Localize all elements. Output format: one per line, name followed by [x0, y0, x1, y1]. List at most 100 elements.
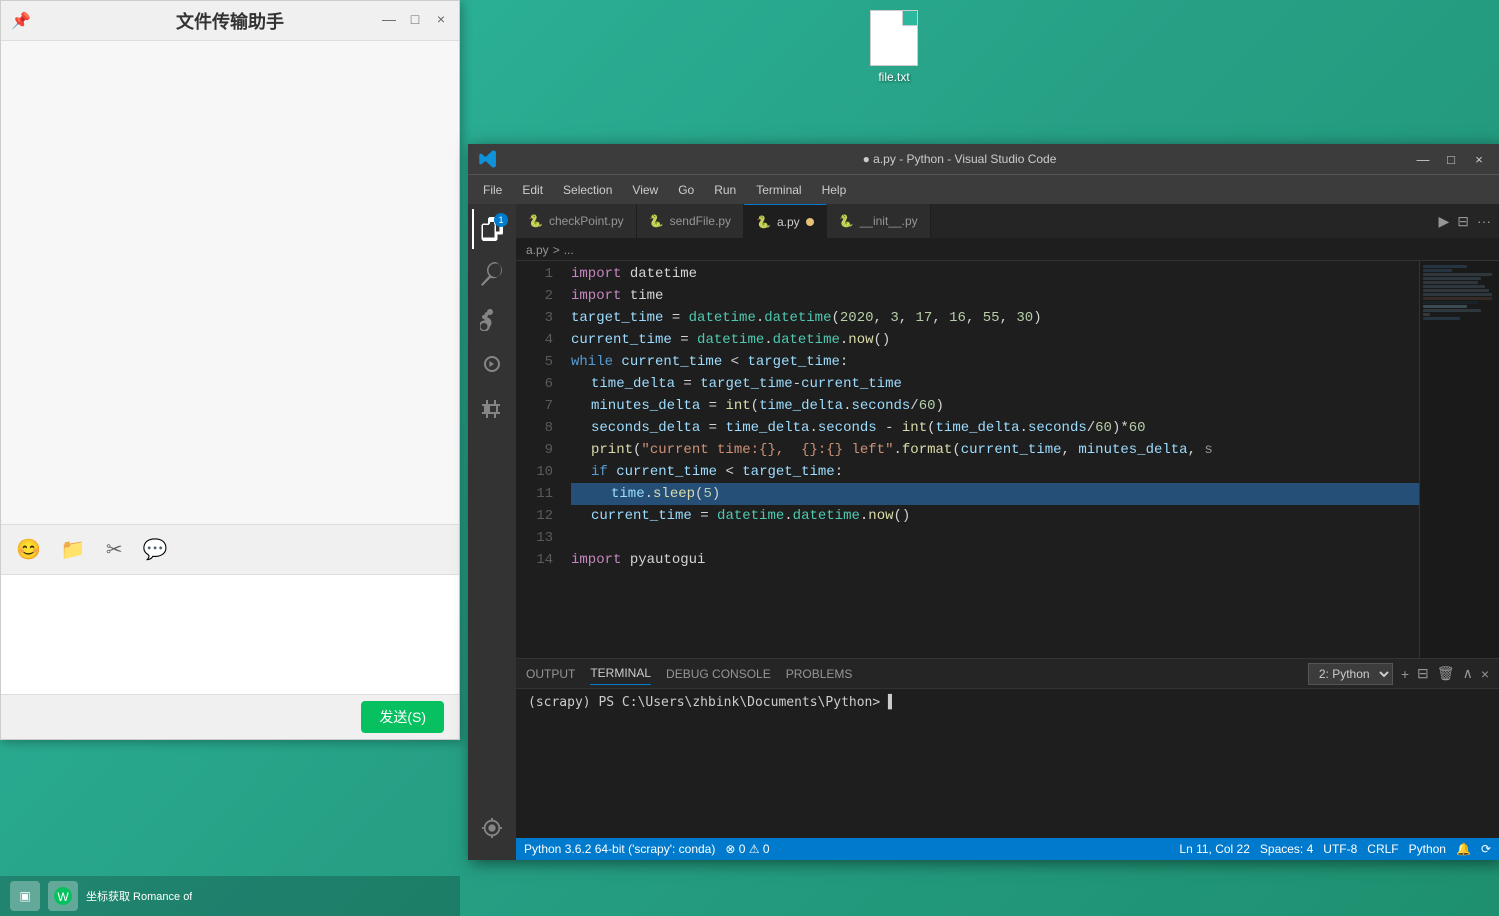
vscode-close-button[interactable]: ×: [1469, 149, 1489, 169]
wechat-close-button[interactable]: ×: [431, 9, 451, 29]
activity-badge: 1: [494, 213, 508, 227]
menu-run[interactable]: Run: [704, 179, 746, 201]
terminal-tab-output[interactable]: OUTPUT: [526, 663, 575, 685]
tab-checkpoint-icon: 🐍: [528, 214, 543, 228]
menu-view[interactable]: View: [622, 179, 668, 201]
statusbar: Python 3.6.2 64-bit ('scrapy': conda) ⊗ …: [516, 838, 1499, 860]
split-editor-button[interactable]: ⊟: [1457, 213, 1469, 230]
editor-area: 🐍 checkPoint.py 🐍 sendFile.py 🐍 a.py 🐍 _…: [516, 204, 1499, 860]
activity-debug-icon[interactable]: [472, 344, 512, 384]
taskbar-area: ▣ W 坐标获取 Romance of: [0, 876, 460, 916]
wechat-scissors-icon[interactable]: ✂: [106, 537, 123, 562]
tab-apy[interactable]: 🐍 a.py: [744, 204, 827, 238]
menu-help[interactable]: Help: [812, 179, 857, 201]
wechat-chat-icon[interactable]: 💬: [143, 537, 168, 562]
vscode-minimize-button[interactable]: —: [1413, 149, 1433, 169]
code-line-4: current_time = datetime.datetime.now(): [571, 329, 1419, 351]
breadcrumb-more[interactable]: ...: [564, 243, 574, 257]
statusbar-notification-icon[interactable]: 🔔: [1456, 842, 1471, 856]
statusbar-line-ending[interactable]: CRLF: [1367, 842, 1398, 856]
activity-settings-icon[interactable]: [472, 808, 512, 848]
code-line-2: import time: [571, 285, 1419, 307]
statusbar-sync-icon[interactable]: ⟳: [1481, 842, 1491, 856]
tab-checkpoint[interactable]: 🐍 checkPoint.py: [516, 204, 637, 238]
wechat-minimize-button[interactable]: —: [379, 9, 399, 29]
statusbar-right: Ln 11, Col 22 Spaces: 4 UTF-8 CRLF Pytho…: [1179, 842, 1491, 856]
code-content: import datetime import time target_time …: [561, 261, 1419, 658]
wechat-maximize-button[interactable]: □: [405, 9, 425, 29]
terminal-up-button[interactable]: ∧: [1463, 665, 1473, 682]
vscode-body: 1: [468, 204, 1499, 860]
activity-search-icon[interactable]: [472, 254, 512, 294]
code-line-6: time_delta = target_time-current_time: [571, 373, 1419, 395]
vscode-app-icon: [478, 149, 498, 169]
vscode-window: ● a.py - Python - Visual Studio Code — □…: [468, 144, 1499, 860]
wechat-folder-icon[interactable]: 📁: [61, 537, 86, 562]
wechat-send-button[interactable]: 发送(S): [361, 701, 444, 733]
taskbar-text-1: 坐标获取 Romance of: [86, 888, 192, 904]
code-line-14: import pyautogui: [571, 549, 1419, 571]
more-actions-button[interactable]: ···: [1477, 213, 1491, 229]
terminal-split-button[interactable]: ⊟: [1417, 665, 1429, 682]
terminal-close-button[interactable]: ×: [1481, 666, 1489, 682]
statusbar-position[interactable]: Ln 11, Col 22: [1179, 842, 1250, 856]
desktop-file-icon[interactable]: file.txt: [870, 10, 918, 84]
taskbar-app-icon-1[interactable]: ▣: [10, 881, 40, 911]
code-line-7: minutes_delta = int(time_delta.seconds/6…: [571, 395, 1419, 417]
terminal-trash-button[interactable]: 🗑: [1437, 665, 1455, 682]
terminal-tab-problems[interactable]: PROBLEMS: [786, 663, 853, 685]
tab-apy-label: a.py: [777, 215, 800, 229]
code-line-12: current_time = datetime.datetime.now(): [571, 505, 1419, 527]
terminal-add-button[interactable]: +: [1401, 666, 1409, 682]
terminal-content[interactable]: (scrapy) PS C:\Users\zhbink\Documents\Py…: [516, 689, 1499, 838]
activity-bar: 1: [468, 204, 516, 860]
activity-source-control-icon[interactable]: [472, 299, 512, 339]
statusbar-errors[interactable]: ⊗ 0 ⚠ 0: [725, 842, 769, 856]
menu-selection[interactable]: Selection: [553, 179, 622, 201]
wechat-window: 📌 文件传输助手 — □ × 😊 📁 ✂ 💬 发送(S): [0, 0, 460, 740]
code-editor-container: 12345 678910 11121314 import datetime im…: [516, 261, 1499, 658]
wechat-send-bar: 发送(S): [1, 694, 459, 739]
statusbar-spaces[interactable]: Spaces: 4: [1260, 842, 1313, 856]
vscode-maximize-button[interactable]: □: [1441, 149, 1461, 169]
file-icon-label: file.txt: [878, 70, 909, 84]
menu-edit[interactable]: Edit: [512, 179, 553, 201]
code-line-10: if current_time < target_time:: [571, 461, 1419, 483]
terminal-python-select[interactable]: 2: Python: [1308, 663, 1393, 685]
statusbar-python-version[interactable]: Python 3.6.2 64-bit ('scrapy': conda): [524, 842, 715, 856]
statusbar-error-count: 0: [739, 842, 746, 856]
tabs-actions: ▶ ⊟ ···: [1430, 204, 1499, 238]
tab-apy-modified-dot: [806, 218, 814, 226]
terminal-tab-debug[interactable]: DEBUG CONSOLE: [666, 663, 771, 685]
tab-checkpoint-label: checkPoint.py: [549, 214, 624, 228]
menu-file[interactable]: File: [473, 179, 512, 201]
tab-init[interactable]: 🐍 __init__.py: [827, 204, 931, 238]
wechat-emoji-icon[interactable]: 😊: [16, 537, 41, 562]
code-line-9: print("current time:{}, {}:{} left".form…: [571, 439, 1419, 461]
statusbar-encoding[interactable]: UTF-8: [1323, 842, 1357, 856]
wechat-input-area[interactable]: [1, 574, 459, 694]
tab-sendfile[interactable]: 🐍 sendFile.py: [637, 204, 744, 238]
statusbar-language[interactable]: Python: [1409, 842, 1446, 856]
breadcrumb-file[interactable]: a.py: [526, 243, 549, 257]
activity-extensions-icon[interactable]: [472, 389, 512, 429]
wechat-content: [1, 41, 459, 524]
terminal-tabs: OUTPUT TERMINAL DEBUG CONSOLE PROBLEMS 2…: [516, 659, 1499, 689]
minimap: [1419, 261, 1499, 658]
terminal-tab-terminal[interactable]: TERMINAL: [590, 662, 651, 685]
taskbar-app-icon-2[interactable]: W: [48, 881, 78, 911]
menu-go[interactable]: Go: [668, 179, 704, 201]
code-line-5: while current_time < target_time:: [571, 351, 1419, 373]
minimap-code: [1420, 261, 1499, 324]
menu-terminal[interactable]: Terminal: [746, 179, 811, 201]
wechat-pin-icon: 📌: [11, 11, 31, 31]
terminal-panel: OUTPUT TERMINAL DEBUG CONSOLE PROBLEMS 2…: [516, 658, 1499, 838]
code-editor[interactable]: 12345 678910 11121314 import datetime im…: [516, 261, 1419, 658]
statusbar-error-icon: ⊗: [725, 842, 735, 856]
code-line-8: seconds_delta = time_delta.seconds - int…: [571, 417, 1419, 439]
activity-explorer-icon[interactable]: 1: [472, 209, 512, 249]
vscode-titlebar: ● a.py - Python - Visual Studio Code — □…: [468, 144, 1499, 174]
run-code-button[interactable]: ▶: [1438, 213, 1449, 230]
tabs-bar: 🐍 checkPoint.py 🐍 sendFile.py 🐍 a.py 🐍 _…: [516, 204, 1499, 239]
tab-sendfile-label: sendFile.py: [670, 214, 731, 228]
